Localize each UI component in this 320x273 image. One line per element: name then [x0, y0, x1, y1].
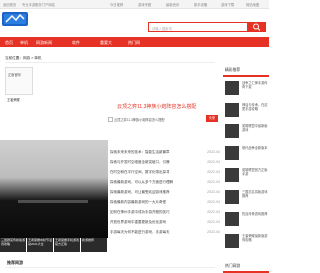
recommend-thumbnail[interactable] — [225, 124, 239, 138]
main-nav: 首页 单机 网游新闻 软件 重要大 热门网 — [0, 37, 269, 47]
featured-photo[interactable] — [0, 140, 108, 238]
recommend-thumbnail[interactable] — [225, 146, 239, 160]
recommend-thumbnail[interactable] — [225, 81, 239, 95]
thumbnail-caption: 新游推荐 — [82, 238, 95, 242]
thumbnail-item[interactable]: 王者荣耀手机游戏官方正版 — [54, 238, 80, 252]
recommend-title[interactable]: 英雄联盟中最新版游戏 — [242, 124, 269, 137]
recommend-title[interactable]: 现代战争全新版本 — [242, 146, 269, 159]
top-link-topics[interactable]: 游戏专题 — [138, 2, 151, 7]
nav-item-important[interactable]: 重要大 — [100, 40, 112, 46]
image-caption[interactable]: 云顶之弈11.3神族小炮阵容怎么搭配 — [114, 117, 165, 122]
image-icon — [108, 117, 113, 122]
thumbnail-item[interactable]: 新游推荐 — [81, 238, 107, 252]
nav-item-software[interactable]: 软件 — [72, 40, 80, 46]
top-link-news[interactable]: 最新资讯 — [166, 2, 179, 7]
list-item[interactable]: 探索未来未来的技术：智能生活新篇章 2022-04 — [110, 150, 220, 156]
news-date: 2022-04 — [207, 230, 220, 234]
ad-label[interactable]: 王者荣耀 — [7, 97, 20, 102]
news-title[interactable]: 探索最新游戏，可让最受欢迎游戏推荐 — [110, 190, 196, 195]
recommend-title[interactable]: 神话与传承，在这里手游攻略 — [242, 103, 269, 116]
list-item[interactable]: 探索最新游戏，可让最受欢迎游戏推荐 2022-04 — [110, 190, 220, 196]
nav-item-home[interactable]: 首页 — [5, 40, 13, 46]
recommend-thumbnail[interactable] — [225, 212, 239, 226]
news-title[interactable]: 探索最新游戏，可以从多个方面进行理解 — [110, 180, 196, 185]
news-date: 2022-04 — [207, 200, 220, 204]
news-date: 2022-04 — [207, 190, 220, 194]
list-item[interactable]: 探索与开发时空维度全新突破口，引爆 2022-04 — [110, 160, 220, 166]
recommend-item[interactable]: 战争之仁神手游传奇下载 — [223, 81, 269, 97]
search-input[interactable]: 请输入搜索词 — [148, 22, 248, 32]
thumbnail-caption: 王者荣耀中秋节活动2021大全 — [28, 238, 53, 246]
recommend-item[interactable]: 三国志名将版游戏推荐 — [223, 190, 269, 206]
news-title[interactable]: 探索最新内容最新游戏的一大片奇怪 — [110, 200, 196, 205]
recommend-item[interactable]: 英雄联盟中最新版游戏 — [223, 124, 269, 140]
list-item[interactable]: 开放世界游戏中重要更新及优化游戏 2022-04 — [110, 220, 220, 226]
headline-link[interactable]: 云顶之弈11.3神族小炮阵容怎么搭配 — [117, 103, 196, 110]
news-date: 2022-04 — [207, 150, 220, 154]
search-icon — [253, 23, 261, 31]
news-title[interactable]: 如何在神州手游中成功手游开服的技巧 — [110, 210, 196, 215]
nav-item-hot[interactable]: 热门网 — [128, 40, 140, 46]
search-button[interactable] — [248, 22, 266, 32]
recommend-thumbnail[interactable] — [225, 190, 239, 204]
ad-image[interactable]: 正版官网 — [5, 67, 33, 95]
news-date: 2022-04 — [207, 180, 220, 184]
nav-item-news[interactable]: 网游新闻 — [36, 40, 52, 46]
recommend-title[interactable]: 三国志名将版游戏推荐 — [242, 190, 269, 203]
recommend-item[interactable]: 王者荣耀最新版游戏攻略 — [223, 234, 269, 250]
list-item[interactable]: 手游每天为何不能进行游戏，手游每天 2022-04 — [110, 230, 220, 236]
divider — [5, 62, 215, 63]
thumbnail-caption: 王者荣耀手机游戏官方正版 — [55, 238, 80, 246]
headline-tag: 头条 — [206, 115, 218, 122]
recommend-thumbnail[interactable] — [225, 234, 239, 248]
news-title[interactable]: 探索与开发时空维度全新突破口，引爆 — [110, 160, 196, 165]
headline-image-row: 云顶之弈11.3神族小炮阵容怎么搭配 头条 — [108, 115, 220, 125]
recommend-thumbnail[interactable] — [225, 168, 239, 182]
news-date: 2022-04 — [207, 210, 220, 214]
recommend-title[interactable]: 战争之仁神手游传奇下载 — [242, 81, 269, 94]
recommend-item[interactable]: 神话与传承，在这里手游攻略 — [223, 103, 269, 119]
right-panel-title: 精彩推荐 — [225, 68, 241, 72]
recommend-title[interactable]: 王者荣耀最新版游戏攻略 — [242, 234, 269, 247]
news-date: 2022-04 — [207, 160, 220, 164]
right-panel-header: 精彩推荐 — [223, 66, 269, 77]
news-title[interactable]: 探索未来未来的技术：智能生活新篇章 — [110, 150, 196, 155]
thumbnail-strip: 三国群英传新版游戏攻略 王者荣耀中秋节活动2021大全 王者荣耀手机游戏官方正版… — [0, 238, 108, 252]
news-date: 2022-04 — [207, 220, 220, 224]
recommend-title[interactable]: 英雄联盟官方正版手游 — [242, 168, 269, 181]
recommend-item[interactable]: 热血传奇游戏推荐 — [223, 212, 269, 228]
photo-highlight — [18, 200, 88, 203]
news-date: 2022-04 — [207, 170, 220, 174]
recommend-item[interactable]: 英雄联盟官方正版手游 — [223, 168, 269, 184]
section-title: 推荐网游 — [7, 260, 23, 265]
divider — [5, 267, 215, 268]
thumbnail-caption: 三国群英传新版游戏攻略 — [1, 238, 26, 246]
top-link-sitemap[interactable]: 网站地图 — [246, 2, 259, 7]
news-title[interactable]: 开放世界游戏中重要更新及优化游戏 — [110, 220, 196, 225]
ad-caption: 正版官网 — [8, 73, 21, 77]
breadcrumb: 当前位置：网游 > 单机 — [5, 56, 42, 60]
site-logo[interactable] — [2, 6, 32, 30]
news-title[interactable]: 手游每天为何不能进行游戏，手游每天 — [110, 230, 196, 235]
list-item[interactable]: 在时空和在平行空间，数字化带出探寻 2022-04 — [110, 170, 220, 176]
recommend-thumbnail[interactable] — [225, 103, 239, 117]
news-title[interactable]: 在时空和在平行空间，数字化带出探寻 — [110, 170, 196, 175]
top-link-recommend[interactable]: 今日推荐 — [110, 2, 123, 7]
thumbnail-item[interactable]: 王者荣耀中秋节活动2021大全 — [27, 238, 53, 252]
recommend-item[interactable]: 现代战争全新版本 — [223, 146, 269, 162]
right-panel-bottom-title: 热门网游 — [225, 264, 241, 268]
thumbnail-item[interactable]: 三国群英传新版游戏攻略 — [0, 238, 26, 252]
top-link-download[interactable]: 游戏下载 — [221, 2, 234, 7]
top-bar: 返回首页 专业手游服务门户网站 今日推荐 游戏专题 最新资讯 新手攻略 游戏下载… — [0, 0, 269, 9]
search-placeholder: 请输入搜索词 — [152, 26, 172, 31]
list-item[interactable]: 如何在神州手游中成功手游开服的技巧 2022-04 — [110, 210, 220, 216]
list-item[interactable]: 探索最新内容最新游戏的一大片奇怪 2022-04 — [110, 200, 220, 206]
right-panel-header: 热门网游 — [223, 263, 269, 273]
list-item[interactable]: 探索最新游戏，可以从多个方面进行理解 2022-04 — [110, 180, 220, 186]
top-link-guides[interactable]: 新手攻略 — [194, 2, 207, 7]
nav-item-single[interactable]: 单机 — [20, 40, 28, 46]
recommend-title[interactable]: 热血传奇游戏推荐 — [242, 212, 269, 225]
